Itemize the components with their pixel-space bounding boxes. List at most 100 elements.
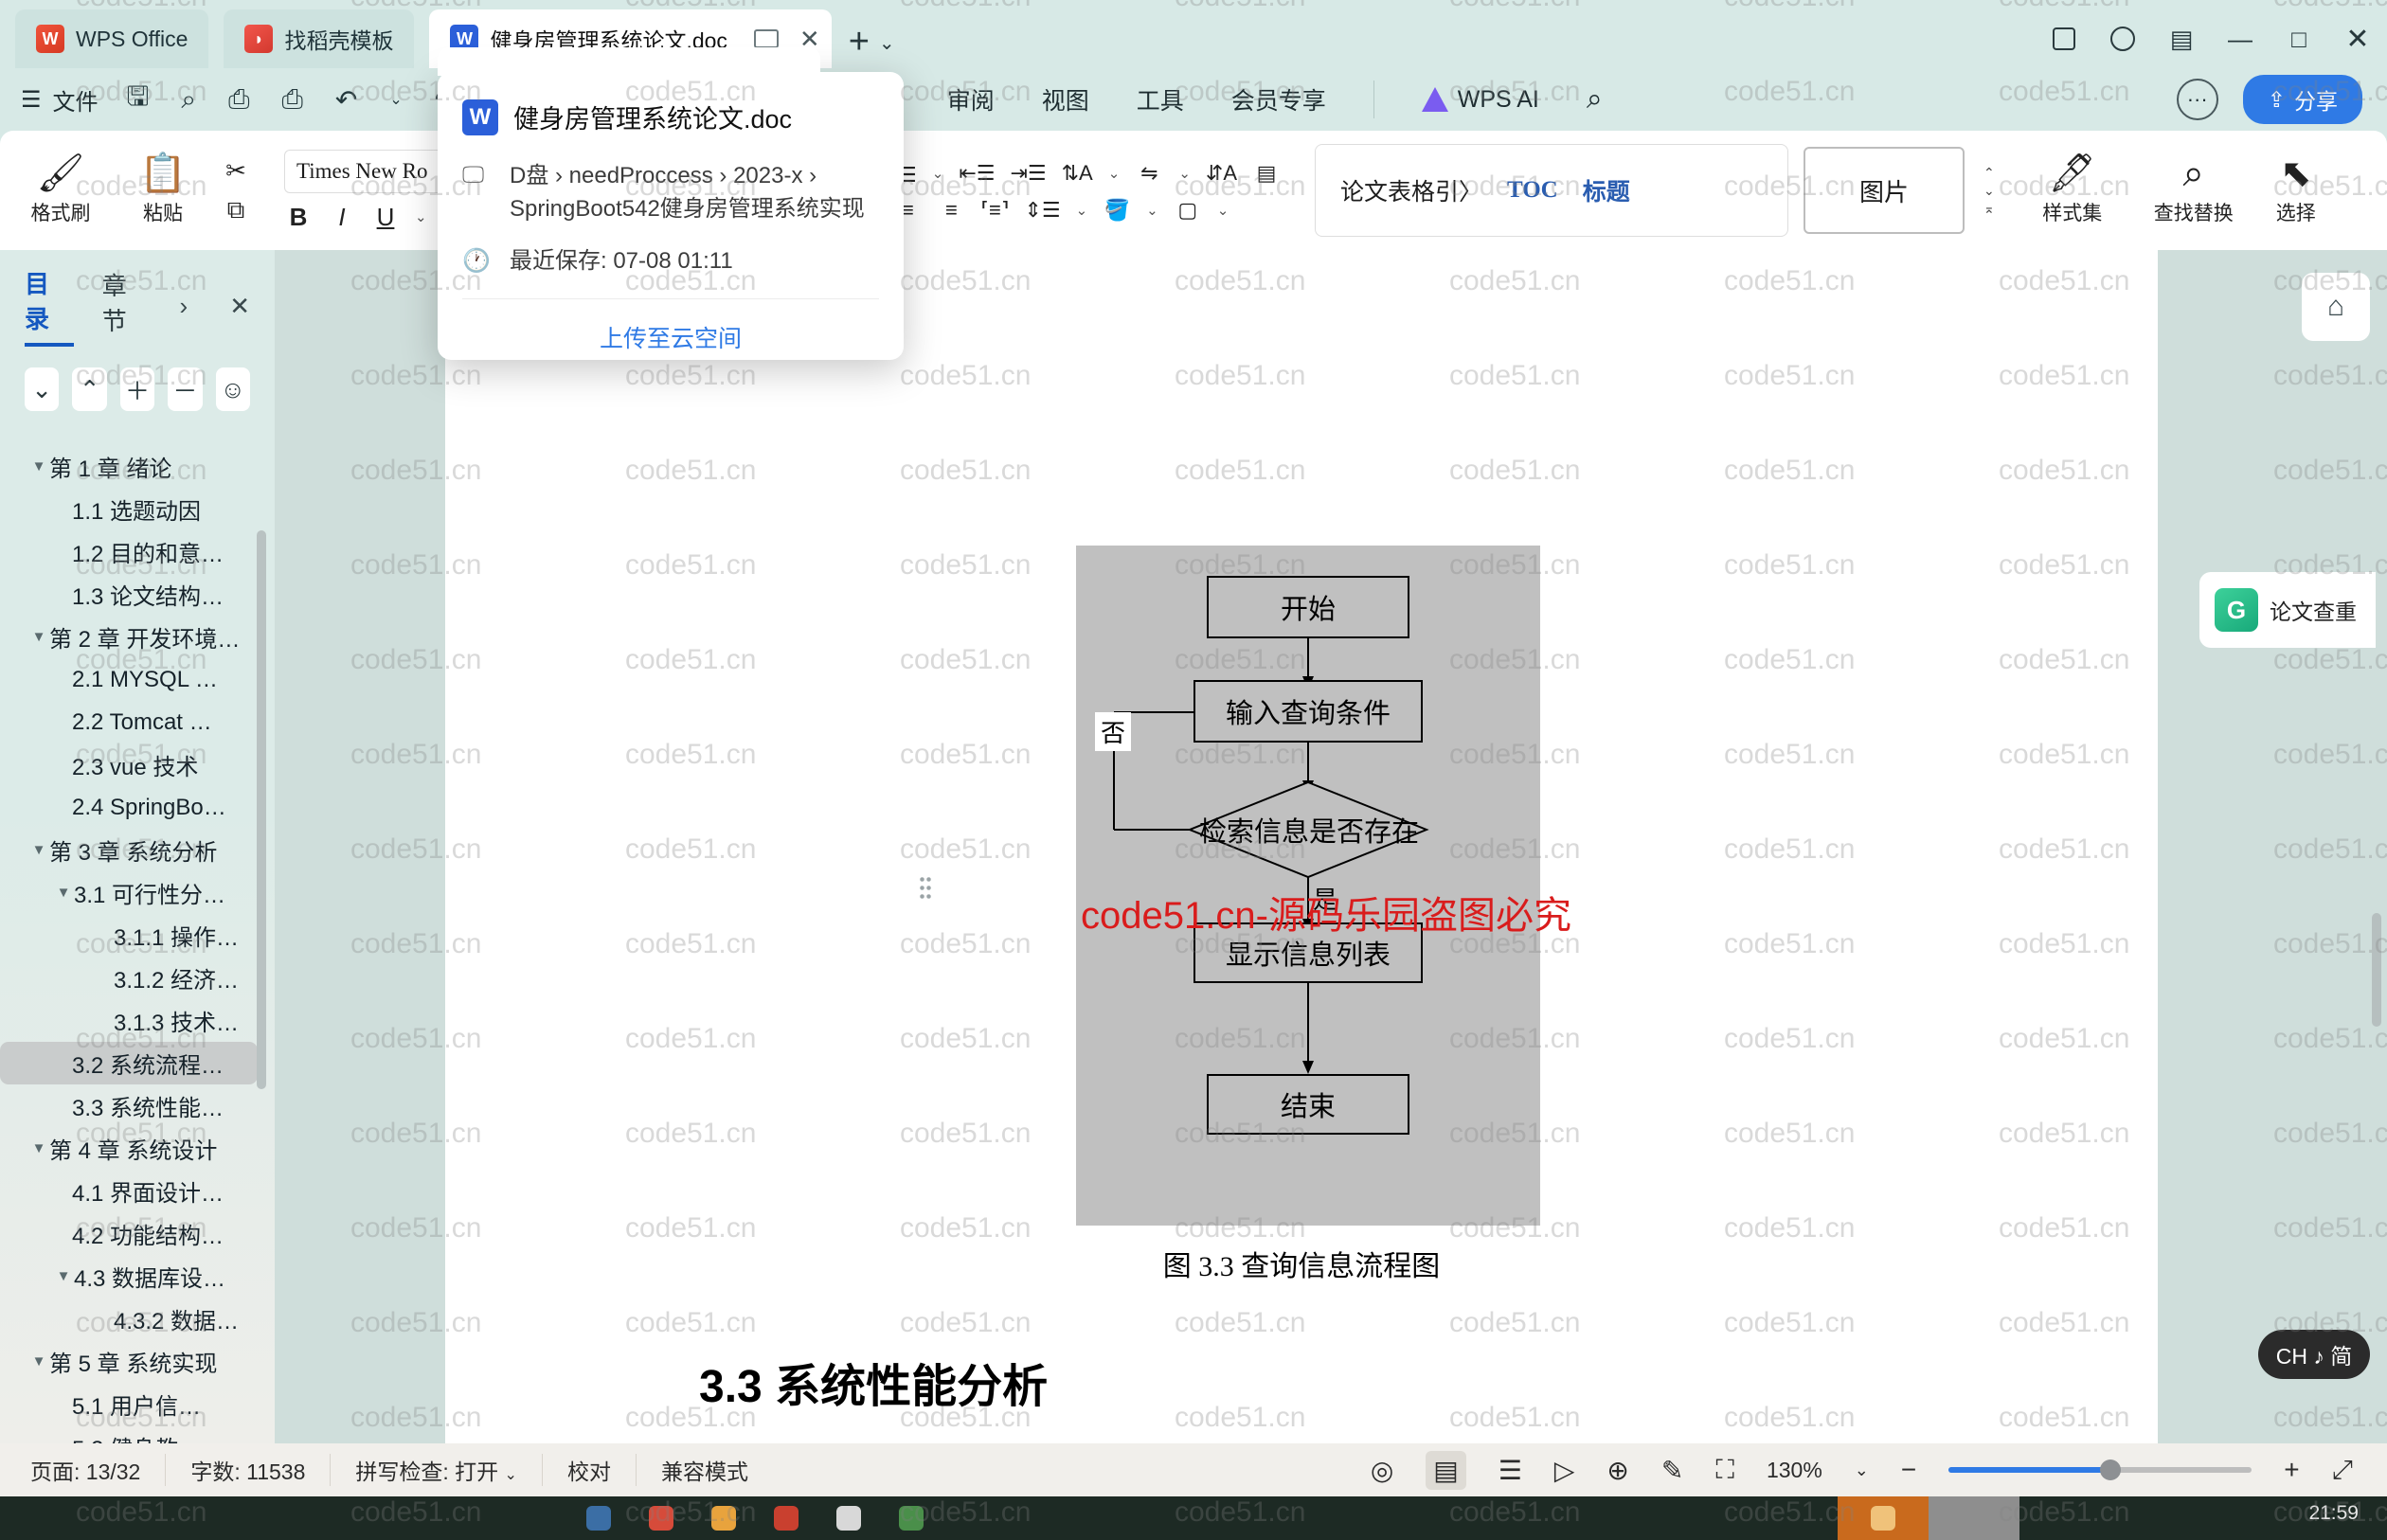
borders-chevron-icon[interactable]: ⌄	[1217, 202, 1229, 219]
screen-record-icon[interactable]: ▤	[2152, 9, 2211, 68]
plus-icon[interactable]: ＋	[119, 367, 155, 411]
focus-icon[interactable]: ◎	[1371, 1455, 1393, 1486]
toc-item[interactable]: ▼ 第 3 章 系统分析	[0, 829, 275, 871]
compatibility-mode-label[interactable]: 兼容模式	[637, 1454, 773, 1486]
copy-icon[interactable]: ⧉	[222, 195, 250, 225]
comment-icon[interactable]: ···	[2176, 79, 2218, 120]
pinyin-chevron-icon[interactable]: ⌄	[1178, 165, 1191, 182]
flow-node-start[interactable]: 开始	[1207, 576, 1409, 638]
toc-item[interactable]: 4.1 界面设计…	[0, 1170, 275, 1212]
underline-button[interactable]: U	[371, 203, 400, 232]
ribbon-tab-tools[interactable]: 工具	[1137, 82, 1184, 116]
play-icon[interactable]: ▷	[1554, 1455, 1575, 1486]
ribbon-tab-review[interactable]: 审阅	[947, 82, 995, 116]
borders-icon[interactable]: ▢	[1174, 198, 1202, 223]
toc-item[interactable]: ▼ 第 5 章 系统实现	[0, 1340, 275, 1383]
line-spacing-chevron-icon[interactable]: ⌄	[1076, 202, 1088, 219]
italic-button[interactable]: I	[328, 203, 356, 232]
print-icon[interactable]: ⎙	[228, 84, 249, 116]
undo-icon[interactable]: ↶	[335, 84, 357, 116]
chevron-down-icon[interactable]: ▼	[28, 1140, 49, 1156]
word-count-label[interactable]: 字数: 11538	[166, 1454, 332, 1486]
toc-item[interactable]: 3.1.1 操作…	[0, 914, 275, 957]
text-direction-icon[interactable]: ⇅A	[1062, 161, 1093, 186]
tab-list-chevron-icon[interactable]: ⌄	[879, 31, 895, 55]
upload-to-cloud-link[interactable]: 上传至云空间	[438, 299, 904, 354]
pinyin-guide-icon[interactable]: ⇋	[1135, 161, 1163, 186]
decrease-indent-icon[interactable]: ⇤☰	[959, 161, 995, 186]
ribbon-tab-view[interactable]: 视图	[1042, 82, 1089, 116]
chevron-down-icon[interactable]: ⌄	[25, 367, 60, 411]
style-scroll-spinner[interactable]: ⌃ ⌄ ⌅	[1983, 165, 1995, 217]
toc-item[interactable]: 1.1 选题动因	[0, 488, 275, 530]
taskbar-app-1[interactable]	[568, 1496, 629, 1540]
spellcheck-label[interactable]: 拼写检查: 打开 ⌄	[331, 1454, 543, 1486]
chevron-up-icon[interactable]: ⌃	[1983, 165, 1995, 181]
toc-item[interactable]: ▼ 4.3 数据库设…	[0, 1255, 275, 1298]
more-styles-icon[interactable]: ⌅	[1983, 201, 1995, 217]
pen-icon[interactable]: ✎	[1661, 1455, 1683, 1486]
ribbon-tab-member[interactable]: 会员专享	[1231, 82, 1326, 116]
close-icon[interactable]: ✕	[229, 292, 250, 321]
distribute-icon[interactable]: ⸢≡⸣	[980, 198, 1009, 223]
document-scrollbar[interactable]	[2372, 913, 2381, 1027]
expand-icon[interactable]: ⤢	[2332, 1455, 2353, 1486]
toc-item[interactable]: 2.2 Tomcat …	[0, 701, 275, 743]
close-button[interactable]: ✕	[2328, 9, 2387, 68]
chevron-down-icon[interactable]: ⌄	[1983, 183, 1995, 199]
undo-chevron-icon[interactable]: ⌄	[389, 90, 402, 109]
web-view-icon[interactable]: ⊕	[1606, 1455, 1628, 1486]
ime-indicator[interactable]: CH ♪ 简	[2258, 1330, 2370, 1379]
typeset-button[interactable]: Ａ☰ 排版	[2374, 154, 2387, 226]
page-view-icon[interactable]: ▤	[1426, 1450, 1466, 1490]
circle-help-icon[interactable]	[2093, 9, 2152, 68]
taskbar-window-2[interactable]	[1929, 1496, 2019, 1540]
toc-item[interactable]: ▼ 第 1 章 绪论	[0, 445, 275, 488]
style-chip-picture[interactable]: 图片	[1804, 147, 1965, 234]
document-canvas[interactable]: 开始 输入查询条件 检索信息是否存在 显示信息列表 结束 否 是 code51.…	[275, 250, 2387, 1479]
search-doc-icon[interactable]: ⌕	[181, 84, 196, 116]
taskbar-app-4[interactable]	[756, 1496, 817, 1540]
page-count-label[interactable]: 页面: 13/32	[0, 1454, 167, 1486]
justify-icon[interactable]: ≡	[937, 198, 965, 223]
document-info-popup[interactable]: W 健身房管理系统论文.doc 🖵 D盘 › needProccess › 20…	[438, 47, 904, 360]
chevron-down-icon[interactable]: ▼	[28, 458, 49, 475]
toc-item[interactable]: 2.1 MYSQL …	[0, 658, 275, 701]
save-icon[interactable]: 🖫	[127, 77, 150, 122]
toc-item[interactable]: 3.1.2 经济…	[0, 957, 275, 999]
zoom-slider-handle[interactable]	[2100, 1459, 2122, 1480]
taskbar-app-5[interactable]	[818, 1496, 879, 1540]
fullscreen-icon[interactable]: ⛶	[1715, 1455, 1734, 1486]
zoom-in-button[interactable]: +	[2284, 1455, 2299, 1485]
toc-item[interactable]: 1.2 目的和意…	[0, 530, 275, 573]
zoom-slider[interactable]	[1948, 1459, 2252, 1480]
wps-ai-button[interactable]: WPS AI	[1421, 86, 1539, 114]
style-chip-toc[interactable]: TOC	[1507, 177, 1558, 204]
sidebar-scrollbar[interactable]	[257, 530, 266, 1089]
plagiarism-check-card[interactable]: G 论文查重	[2199, 572, 2376, 648]
chevron-up-icon[interactable]: ⌃	[72, 367, 107, 411]
toc-item[interactable]: 1.3 论文结构…	[0, 573, 275, 616]
chevron-down-icon[interactable]: ▼	[28, 842, 49, 858]
chevron-down-icon[interactable]: ▼	[28, 1353, 49, 1370]
increase-indent-icon[interactable]: ⇥☰	[1010, 161, 1046, 186]
toc-item[interactable]: ▼ 第 4 章 系统设计	[0, 1127, 275, 1170]
toc-item[interactable]: 3.3 系统性能…	[0, 1084, 275, 1127]
flow-node-input[interactable]: 输入查询条件	[1194, 680, 1423, 743]
print-preview-icon[interactable]: ⎙	[281, 84, 302, 116]
minus-icon[interactable]: －	[168, 367, 203, 411]
style-chip-heading[interactable]: 标题	[1583, 173, 1630, 207]
toc-item[interactable]: 3.2 系统流程…	[0, 1042, 258, 1084]
numbered-chevron-icon[interactable]: ⌄	[932, 165, 944, 182]
taskbar-app-2[interactable]	[631, 1496, 691, 1540]
style-gallery[interactable]: 论文表格引〉 TOC 标题	[1315, 144, 1788, 237]
taskbar-app-6[interactable]	[881, 1496, 942, 1540]
zoom-level-label[interactable]: 130%	[1767, 1458, 1822, 1483]
chevron-right-icon[interactable]: ›	[180, 292, 188, 321]
text-direction-chevron-icon[interactable]: ⌄	[1108, 165, 1121, 182]
search-icon[interactable]: ⌕	[1587, 83, 1603, 116]
zoom-out-button[interactable]: −	[1901, 1455, 1916, 1485]
bold-button[interactable]: B	[284, 203, 313, 232]
document-page[interactable]: 开始 输入查询条件 检索信息是否存在 显示信息列表 结束 否 是 code51.…	[445, 250, 2158, 1479]
style-set-button[interactable]: 🖋 样式集	[2029, 154, 2116, 226]
